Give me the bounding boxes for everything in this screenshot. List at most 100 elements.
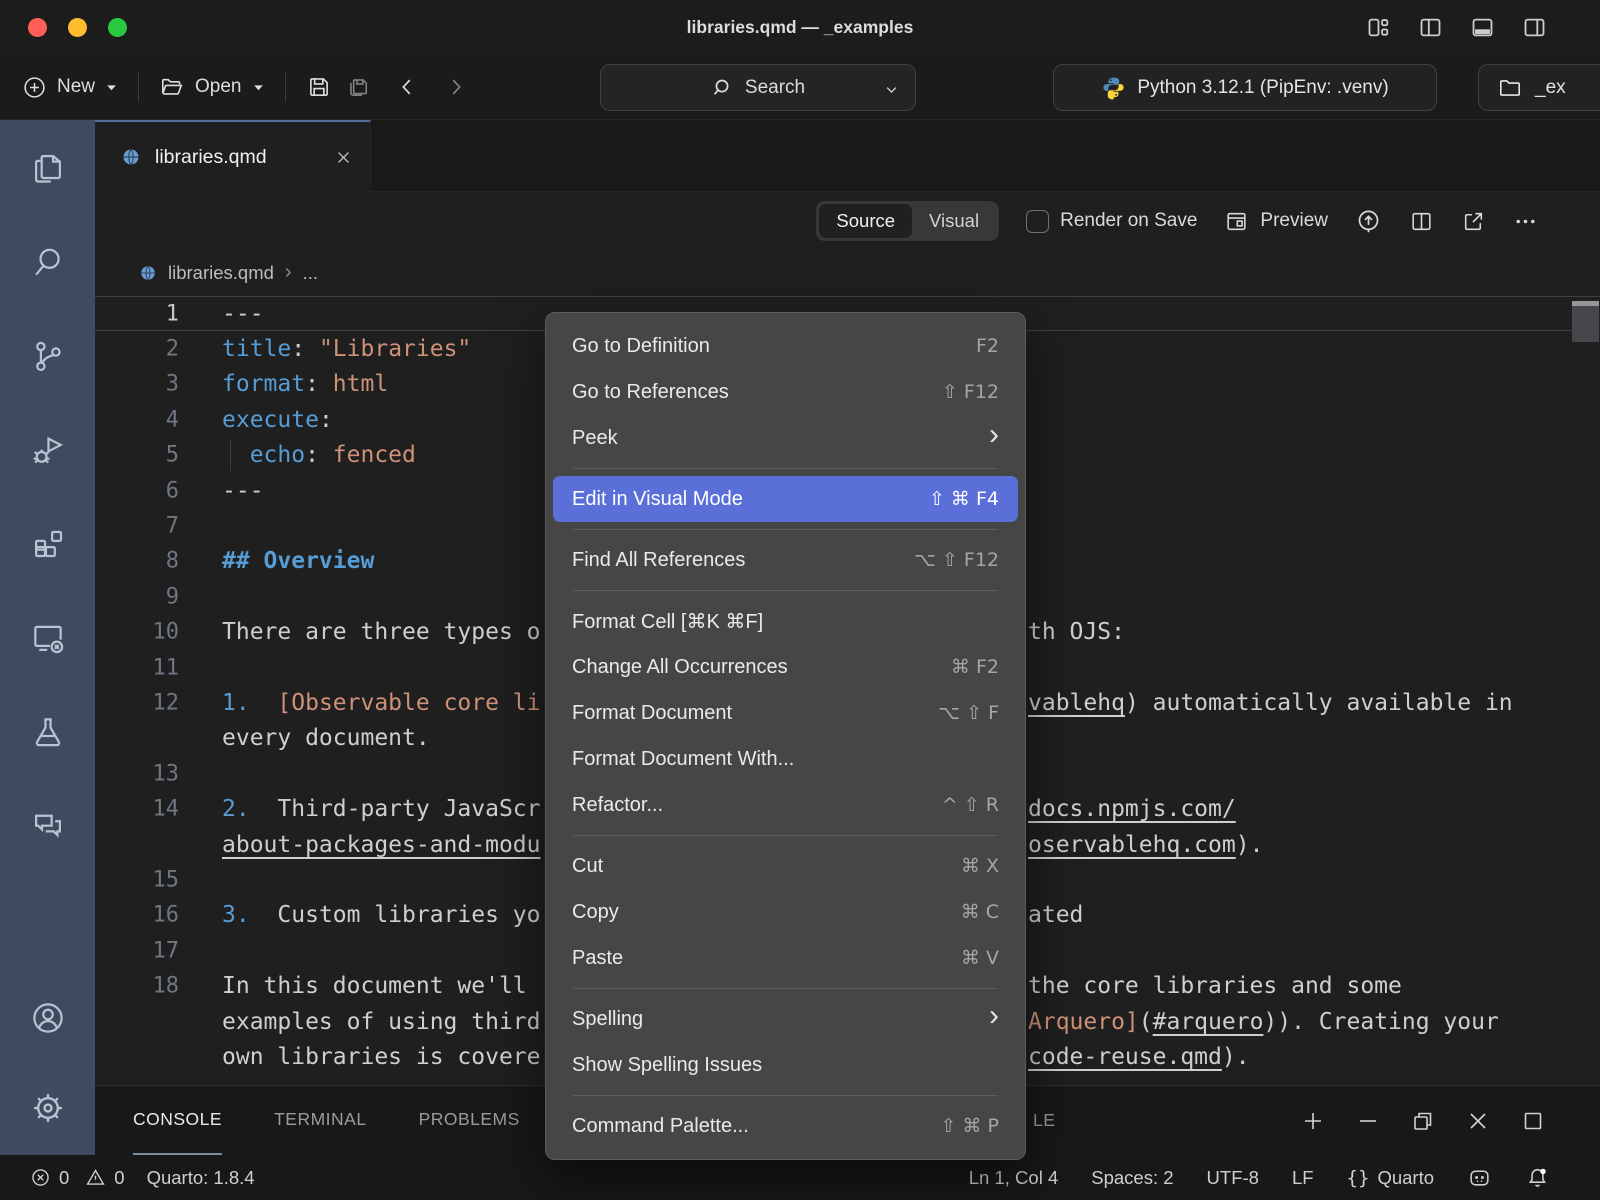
menu-item-change-all-occurrences[interactable]: Change All Occurrences⌘ F2 (546, 644, 1025, 690)
render-document-button[interactable] (1355, 208, 1382, 235)
extensions-icon[interactable] (29, 525, 67, 563)
notifications-bell-icon[interactable] (1525, 1165, 1550, 1190)
toolbar-divider (285, 72, 286, 102)
maximize-panel-button[interactable] (1521, 1109, 1545, 1133)
toggle-panel-icon[interactable] (1469, 14, 1496, 41)
customize-layout-icon[interactable] (1365, 14, 1392, 41)
preview-button[interactable]: Preview (1224, 209, 1328, 234)
menu-item-paste[interactable]: Paste⌘ V (546, 935, 1025, 981)
menu-item-go-to-references[interactable]: Go to References⇧ F12 (546, 369, 1025, 415)
line-number: 3 (95, 372, 179, 397)
panel-tab-terminal[interactable]: TERMINAL (274, 1086, 366, 1155)
close-tab-icon[interactable] (335, 149, 352, 166)
menu-item-go-to-definition[interactable]: Go to DefinitionF2 (546, 323, 1025, 369)
tab-libraries-qmd[interactable]: libraries.qmd (95, 120, 371, 192)
source-control-icon[interactable] (29, 337, 67, 375)
code-text: title: "Libraries" (222, 336, 471, 362)
code-text: every document. (222, 725, 430, 751)
menu-item-find-all-references[interactable]: Find All References⌥ ⇧ F12 (546, 537, 1025, 583)
line-number: 2 (95, 337, 179, 362)
testing-icon[interactable] (29, 713, 67, 751)
navigate-forward-button[interactable] (445, 76, 467, 98)
editor-tab-bar: libraries.qmd (95, 120, 1600, 192)
menu-item-peek[interactable]: Peek› (546, 415, 1025, 461)
copilot-status-icon[interactable] (1467, 1165, 1492, 1190)
line-number: 8 (95, 549, 179, 574)
titlebar: libraries.qmd — _examples (0, 0, 1600, 55)
eol-status[interactable]: LF (1292, 1167, 1314, 1189)
line-number: 18 (95, 974, 179, 999)
render-on-save-label: Render on Save (1060, 210, 1197, 232)
menu-item-refactor[interactable]: Refactor...^ ⇧ R (546, 782, 1025, 828)
cursor-position-status[interactable]: Ln 1, Col 4 (969, 1167, 1058, 1189)
new-console-button[interactable] (1301, 1109, 1325, 1133)
code-text: 3. Custom libraries yo (222, 902, 541, 928)
panel-tab-console[interactable]: CONSOLE (133, 1086, 222, 1155)
save-all-icon (345, 74, 371, 100)
toolbar-divider (138, 72, 139, 102)
restore-panel-button[interactable] (1411, 1109, 1435, 1133)
workspace-selector-button[interactable]: _ex (1478, 64, 1600, 111)
code-text: --- (222, 478, 264, 504)
split-editor-button[interactable] (1409, 209, 1434, 234)
chevron-down-icon (252, 81, 265, 94)
settings-gear-icon[interactable] (29, 1089, 67, 1127)
menu-separator (573, 590, 998, 591)
menu-item-format-cell-k-f[interactable]: Format Cell [⌘K ⌘F] (546, 598, 1025, 644)
menu-item-copy[interactable]: Copy⌘ C (546, 889, 1025, 935)
new-button[interactable]: New (22, 75, 118, 100)
line-number: 7 (95, 514, 179, 539)
navigate-back-button[interactable] (396, 76, 418, 98)
panel-tab-partial[interactable]: LE (1033, 1086, 1055, 1155)
open-in-new-window-button[interactable] (1461, 209, 1486, 234)
toggle-secondary-sidebar-icon[interactable] (1521, 14, 1548, 41)
code-text: own libraries is covere (222, 1044, 541, 1070)
editor-scrollbar-thumb[interactable] (1572, 306, 1599, 342)
menu-item-edit-in-visual-mode[interactable]: Edit in Visual Mode⇧ ⌘ F4 (553, 476, 1018, 522)
panel-tab-problems[interactable]: PROBLEMS (419, 1086, 520, 1155)
quarto-version-status[interactable]: Quarto: 1.8.4 (147, 1167, 255, 1189)
menu-item-show-spelling-issues[interactable]: Show Spelling Issues (546, 1042, 1025, 1088)
split-editor-icon (1409, 209, 1434, 234)
language-mode-status[interactable]: {} Quarto (1347, 1167, 1434, 1189)
run-and-debug-icon[interactable] (29, 431, 67, 469)
visual-mode-button[interactable]: Visual (912, 204, 996, 238)
menu-item-format-document-with[interactable]: Format Document With... (546, 736, 1025, 782)
encoding-status[interactable]: UTF-8 (1207, 1167, 1259, 1189)
code-text: ated (1028, 902, 1083, 928)
indentation-status[interactable]: Spaces: 2 (1091, 1167, 1173, 1189)
chat-icon[interactable] (29, 807, 67, 845)
render-arrow-icon (1355, 208, 1382, 235)
account-icon[interactable] (29, 999, 67, 1037)
menu-item-format-document[interactable]: Format Document⌥ ⇧ F (546, 690, 1025, 736)
breadcrumb-more[interactable]: ... (303, 262, 318, 284)
save-all-button[interactable] (345, 74, 371, 100)
toggle-primary-sidebar-icon[interactable] (1417, 14, 1444, 41)
search-icon (711, 76, 734, 99)
window-title: libraries.qmd — _examples (0, 0, 1600, 55)
problems-status[interactable]: 0 0 (30, 1167, 125, 1189)
interpreter-selector-button[interactable]: Python 3.12.1 (PipEnv: .venv) (1053, 64, 1437, 111)
preview-icon (1224, 209, 1249, 234)
save-button[interactable] (306, 74, 332, 100)
code-text: --- (222, 301, 264, 327)
menu-item-spelling[interactable]: Spelling› (546, 996, 1025, 1042)
menu-item-cut[interactable]: Cut⌘ X (546, 843, 1025, 889)
more-actions-button[interactable] (1513, 209, 1538, 234)
chevron-down-icon (105, 81, 118, 94)
menu-item-command-palette[interactable]: Command Palette...⇧ ⌘ P (546, 1103, 1025, 1149)
line-number: 17 (95, 938, 179, 963)
menu-separator (573, 988, 998, 989)
source-mode-button[interactable]: Source (819, 204, 912, 238)
global-search-input[interactable]: Search (600, 64, 916, 111)
breadcrumb-file[interactable]: libraries.qmd (168, 262, 274, 284)
search-dropdown-chevron-icon[interactable] (884, 82, 899, 97)
minimize-panel-button[interactable] (1356, 1109, 1380, 1133)
render-on-save-checkbox[interactable] (1026, 210, 1049, 233)
open-button[interactable]: Open (159, 74, 264, 100)
code-text: vablehq) automatically available in (1028, 690, 1513, 716)
search-icon[interactable] (29, 243, 67, 281)
close-panel-button[interactable] (1466, 1109, 1490, 1133)
remote-explorer-icon[interactable] (29, 619, 67, 657)
explorer-icon[interactable] (29, 149, 67, 187)
